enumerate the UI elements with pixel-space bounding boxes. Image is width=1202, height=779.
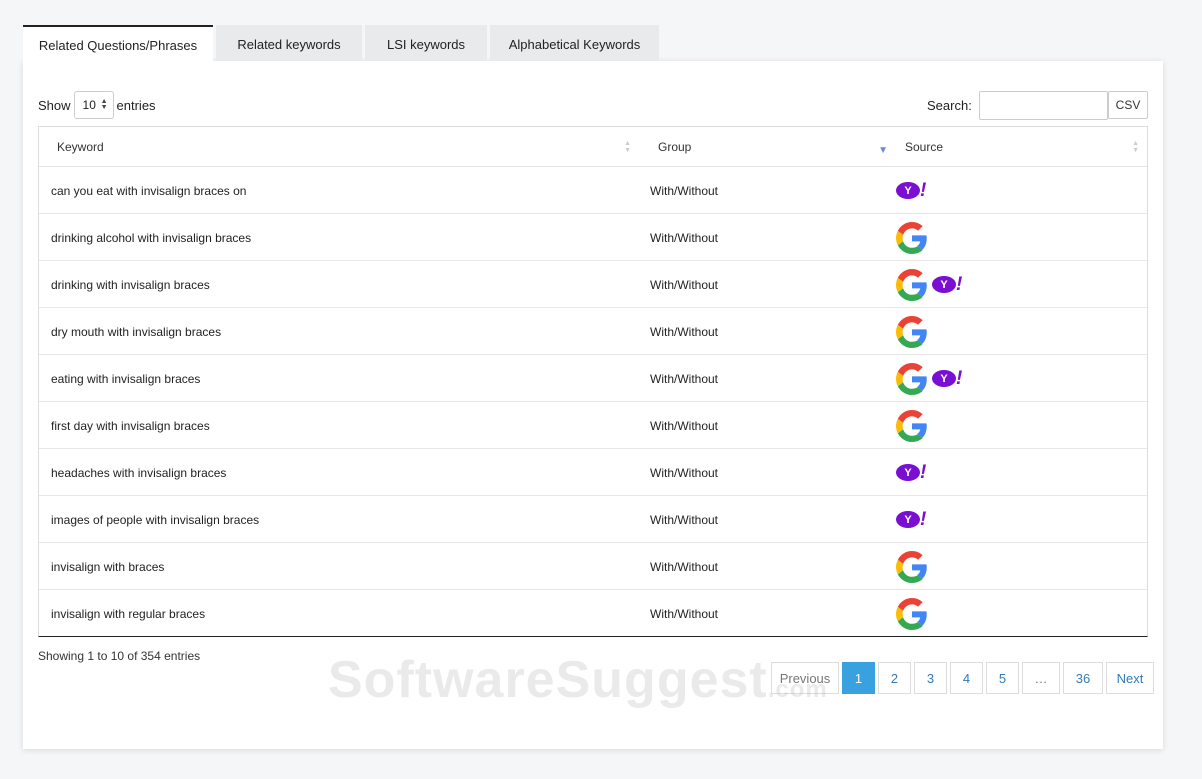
group-cell: With/Without xyxy=(650,606,719,621)
google-icon xyxy=(896,409,927,442)
pagination-page-3[interactable]: 3 xyxy=(914,662,947,694)
search-control: Search: xyxy=(927,91,1108,120)
yahoo-icon: Y! xyxy=(896,462,926,483)
entries-value: 10 xyxy=(82,98,96,112)
group-cell: With/Without xyxy=(650,277,719,292)
column-label-keyword: Keyword xyxy=(57,140,104,154)
table-info: Showing 1 to 10 of 354 entries xyxy=(38,649,201,663)
search-input[interactable] xyxy=(978,91,1108,120)
tab-related-keywords[interactable]: Related keywords xyxy=(216,25,362,61)
keyword-cell: drinking alcohol with invisalign braces xyxy=(51,230,252,245)
table-row: invisalign with braces With/Without xyxy=(39,543,1147,590)
pagination-next-button[interactable]: Next xyxy=(1106,662,1154,694)
sort-desc-icon: ▼ xyxy=(878,145,888,156)
google-icon xyxy=(896,268,927,301)
table-row: dry mouth with invisalign braces With/Wit… xyxy=(39,308,1147,355)
keyword-cell: first day with invisalign braces xyxy=(51,418,210,433)
entries-length-control: Show 10 ▲ ▼ entries xyxy=(38,91,156,119)
source-cell: Y! xyxy=(896,449,926,496)
pagination-page-4[interactable]: 4 xyxy=(950,662,983,694)
tab-alphabetical-keywords[interactable]: Alphabetical Keywords xyxy=(490,25,659,61)
keyword-cell: headaches with invisalign braces xyxy=(51,465,227,480)
table-row: first day with invisalign braces With/Wit… xyxy=(39,402,1147,449)
entries-select[interactable]: 10 ▲ ▼ xyxy=(73,91,114,119)
tab-related-questions[interactable]: Related Questions/Phrases xyxy=(23,25,213,61)
pagination-previous-button[interactable]: Previous xyxy=(771,662,839,694)
group-cell: With/Without xyxy=(650,324,719,339)
google-icon xyxy=(896,315,927,348)
column-header-keyword[interactable]: Keyword ▲ ▼ xyxy=(57,127,637,167)
keyword-cell: can you eat with invisalign braces on xyxy=(51,183,247,198)
yahoo-icon: Y! xyxy=(896,509,926,530)
table-row: invisalign with regular braces With/Witho… xyxy=(39,590,1147,637)
group-cell: With/Without xyxy=(650,183,719,198)
table-body: can you eat with invisalign braces on Wit… xyxy=(39,167,1147,637)
pagination-page-2[interactable]: 2 xyxy=(878,662,911,694)
pagination-ellipsis: … xyxy=(1022,662,1060,694)
keyword-cell: dry mouth with invisalign braces xyxy=(51,324,222,339)
keyword-cell: eating with invisalign braces xyxy=(51,371,201,386)
yahoo-icon: Y! xyxy=(896,180,926,201)
keywords-table: Keyword ▲ ▼ Group ▼ Source ▲ ▼ can you eat… xyxy=(38,126,1148,637)
pagination-page-1[interactable]: 1 xyxy=(842,662,875,694)
source-cell xyxy=(896,543,928,590)
source-cell xyxy=(896,214,928,261)
group-cell: With/Without xyxy=(650,371,719,386)
sort-both-icon: ▲ ▼ xyxy=(624,140,631,154)
tab-lsi-keywords[interactable]: LSI keywords xyxy=(365,25,487,61)
source-cell xyxy=(896,402,928,449)
google-icon xyxy=(896,362,927,395)
table-row: drinking alcohol with invisalign braces W… xyxy=(39,214,1147,261)
source-cell: Y! xyxy=(896,167,926,214)
google-icon xyxy=(896,221,927,254)
table-row: images of people with invisalign braces W… xyxy=(39,496,1147,543)
pagination: Previous 1 2 3 4 5 … 36 Next xyxy=(771,662,1154,694)
keyword-cell: invisalign with regular braces xyxy=(51,606,206,621)
yahoo-icon: Y! xyxy=(932,368,962,389)
group-cell: With/Without xyxy=(650,465,719,480)
content-panel: Show 10 ▲ ▼ entries Search: CSV Keyword ▲… xyxy=(23,61,1163,749)
keyword-cell: drinking with invisalign braces xyxy=(51,277,210,292)
keyword-cell: images of people with invisalign braces xyxy=(51,512,260,527)
table-row: headaches with invisalign braces With/Wit… xyxy=(39,449,1147,496)
google-icon xyxy=(896,550,927,583)
keyword-cell: invisalign with braces xyxy=(51,559,165,574)
column-header-source[interactable]: Source ▲ ▼ xyxy=(905,127,1145,167)
group-cell: With/Without xyxy=(650,559,719,574)
pagination-page-5[interactable]: 5 xyxy=(986,662,1019,694)
source-cell xyxy=(896,308,928,355)
pagination-page-last[interactable]: 36 xyxy=(1063,662,1103,694)
group-cell: With/Without xyxy=(650,418,719,433)
table-header: Keyword ▲ ▼ Group ▼ Source ▲ ▼ xyxy=(39,127,1147,167)
table-row: eating with invisalign braces With/Withou… xyxy=(39,355,1147,402)
sort-both-icon: ▲ ▼ xyxy=(1132,140,1139,154)
tab-bar: Related Questions/Phrases Related keywor… xyxy=(23,25,659,61)
column-label-source: Source xyxy=(905,140,944,154)
source-cell: Y! xyxy=(896,355,962,402)
table-row: can you eat with invisalign braces on Wit… xyxy=(39,167,1147,214)
group-cell: With/Without xyxy=(650,230,719,245)
select-spinner-icon: ▲ ▼ xyxy=(100,98,108,111)
entries-label: entries xyxy=(116,97,156,113)
table-row: drinking with invisalign braces With/With… xyxy=(39,261,1147,308)
group-cell: With/Without xyxy=(650,512,719,527)
yahoo-icon: Y! xyxy=(932,274,962,295)
google-icon xyxy=(896,597,927,630)
column-header-group[interactable]: Group ▼ xyxy=(658,127,888,167)
csv-export-button[interactable]: CSV xyxy=(1108,91,1148,119)
source-cell xyxy=(896,590,928,637)
search-label: Search: xyxy=(927,98,972,113)
source-cell: Y! xyxy=(896,261,962,308)
show-label: Show xyxy=(38,97,71,113)
source-cell: Y! xyxy=(896,496,926,543)
column-label-group: Group xyxy=(658,140,692,154)
